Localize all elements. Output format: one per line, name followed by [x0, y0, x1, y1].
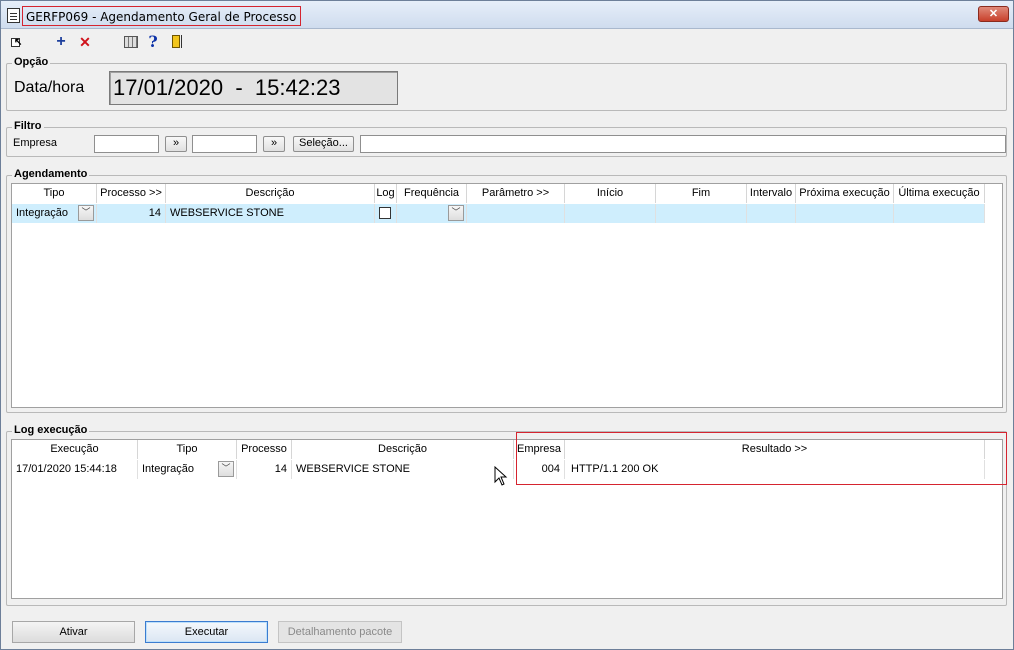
col-execucao[interactable]: Execução: [12, 440, 138, 459]
cell-parametro[interactable]: [467, 204, 565, 223]
empresa-to-lookup-button[interactable]: »: [263, 136, 285, 152]
opcao-group: Opção Data/hora 17/01/2020 - 15:42:23: [6, 56, 1007, 111]
agendamento-header: Tipo Processo >> Descrição Log Frequênci…: [12, 184, 985, 203]
selecao-button[interactable]: Seleção...: [293, 136, 354, 152]
cell-log-processo[interactable]: 14: [237, 460, 292, 479]
main-window: GERFP069 - Agendamento Geral de Processo…: [0, 0, 1014, 650]
empresa-to-input[interactable]: [192, 135, 257, 153]
chevron-down-icon[interactable]: ﹀: [78, 205, 94, 221]
agendamento-group: Agendamento Tipo Processo >> Descrição L…: [6, 168, 1007, 413]
cell-processo[interactable]: 14: [97, 204, 166, 223]
help-icon[interactable]: ?: [145, 34, 161, 50]
cell-proxima[interactable]: [796, 204, 894, 223]
col-log-descricao[interactable]: Descrição: [292, 440, 514, 459]
chevron-down-icon[interactable]: ﹀: [218, 461, 234, 477]
cell-frequencia[interactable]: ﹀: [397, 204, 467, 223]
log-checkbox[interactable]: [379, 207, 391, 219]
col-tipo[interactable]: Tipo: [12, 184, 97, 203]
datahora-label: Data/hora: [14, 79, 85, 96]
col-descricao[interactable]: Descrição: [166, 184, 375, 203]
add-icon[interactable]: +: [53, 34, 69, 50]
cell-log[interactable]: [375, 204, 397, 223]
cell-tipo[interactable]: Integração ﹀: [12, 204, 97, 223]
table-row[interactable]: Integração ﹀ 14 WEBSERVICE STONE ﹀: [12, 204, 985, 223]
col-log-tipo[interactable]: Tipo: [138, 440, 237, 459]
executar-button[interactable]: Executar: [145, 621, 268, 643]
tipo-value: Integração: [16, 207, 68, 219]
chevron-down-icon[interactable]: ﹀: [448, 205, 464, 221]
cell-intervalo[interactable]: [747, 204, 796, 223]
cell-descricao[interactable]: WEBSERVICE STONE: [166, 204, 375, 223]
exit-icon[interactable]: ↖: [9, 34, 25, 50]
opcao-title: Opção: [12, 56, 51, 68]
cell-log-descricao[interactable]: WEBSERVICE STONE: [292, 460, 514, 479]
col-log-processo[interactable]: Processo: [237, 440, 292, 459]
datahora-display: 17/01/2020 - 15:42:23: [109, 71, 398, 105]
agendamento-title: Agendamento: [12, 168, 90, 180]
col-processo[interactable]: Processo >>: [97, 184, 166, 203]
cell-inicio[interactable]: [565, 204, 656, 223]
cell-log-tipo[interactable]: Integração ﹀: [138, 460, 237, 479]
title-bar: GERFP069 - Agendamento Geral de Processo…: [1, 1, 1013, 29]
agendamento-grid: Tipo Processo >> Descrição Log Frequênci…: [11, 183, 1003, 408]
detalhamento-pacote-button[interactable]: Detalhamento pacote: [278, 621, 402, 643]
col-proxima[interactable]: Próxima execução: [796, 184, 894, 203]
mouse-cursor-icon: [494, 466, 508, 486]
col-inicio[interactable]: Início: [565, 184, 656, 203]
grid-icon[interactable]: [123, 34, 139, 50]
filtro-title: Filtro: [12, 120, 44, 132]
col-parametro[interactable]: Parâmetro >>: [467, 184, 565, 203]
cell-fim[interactable]: [656, 204, 747, 223]
highlight-box: [516, 432, 1007, 485]
empresa-label: Empresa: [13, 137, 58, 149]
col-fim[interactable]: Fim: [656, 184, 747, 203]
close-button[interactable]: ✕: [978, 6, 1009, 22]
delete-icon[interactable]: ✕: [77, 34, 93, 50]
col-log[interactable]: Log: [375, 184, 397, 203]
ativar-button[interactable]: Ativar: [12, 621, 135, 643]
col-ultima[interactable]: Última execução: [894, 184, 985, 203]
cell-execucao[interactable]: 17/01/2020 15:44:18: [12, 460, 138, 479]
filtro-group: Filtro Empresa » » Seleção...: [6, 120, 1007, 157]
door-icon[interactable]: [169, 34, 185, 50]
col-intervalo[interactable]: Intervalo: [747, 184, 796, 203]
empresa-from-input[interactable]: [94, 135, 159, 153]
toolbar: ↖ + ✕ ?: [1, 31, 1013, 53]
log-tipo-value: Integração: [142, 463, 194, 475]
cell-ultima[interactable]: [894, 204, 985, 223]
log-title: Log execução: [12, 424, 90, 436]
empresa-from-lookup-button[interactable]: »: [165, 136, 187, 152]
selecao-input[interactable]: [360, 135, 1006, 153]
log-group: Log execução Execução Tipo Processo Desc…: [6, 424, 1007, 606]
window-title: GERFP069 - Agendamento Geral de Processo: [22, 6, 302, 26]
document-icon: [7, 8, 20, 23]
col-frequencia[interactable]: Frequência: [397, 184, 467, 203]
